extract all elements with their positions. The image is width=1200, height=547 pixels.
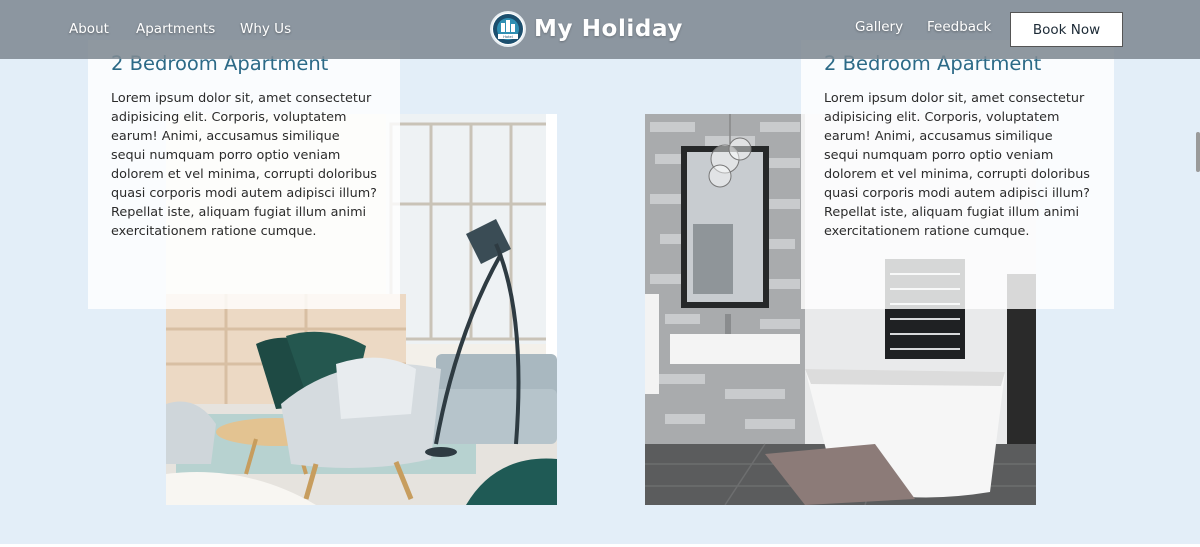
scrollbar-thumb[interactable]	[1196, 132, 1200, 172]
nav-link-feedback[interactable]: Feedback	[927, 19, 991, 35]
apartment-card-description: Lorem ipsum dolor sit, amet consectetur …	[824, 91, 1090, 239]
brand-name[interactable]: My Holiday	[534, 16, 683, 42]
apartment-card-description: Lorem ipsum dolor sit, amet consectetur …	[111, 91, 377, 239]
nav-link-apartments[interactable]: Apartments	[136, 21, 215, 37]
apartment-card-1: 2 Bedroom Apartment Lorem ipsum dolor si…	[88, 40, 400, 309]
nav-link-about[interactable]: About	[69, 21, 109, 37]
logo-text: Hotel	[503, 35, 513, 39]
book-now-button[interactable]: Book Now	[1010, 12, 1123, 47]
nav-link-why-us[interactable]: Why Us	[240, 21, 291, 37]
apartment-card-2: 2 Bedroom Apartment Lorem ipsum dolor si…	[801, 40, 1114, 309]
hotel-logo-icon: Hotel	[490, 11, 526, 47]
top-navbar: About Apartments Why Us Hotel My Holiday…	[0, 0, 1200, 59]
brand[interactable]: Hotel My Holiday	[490, 9, 683, 49]
nav-link-gallery[interactable]: Gallery	[855, 19, 903, 35]
